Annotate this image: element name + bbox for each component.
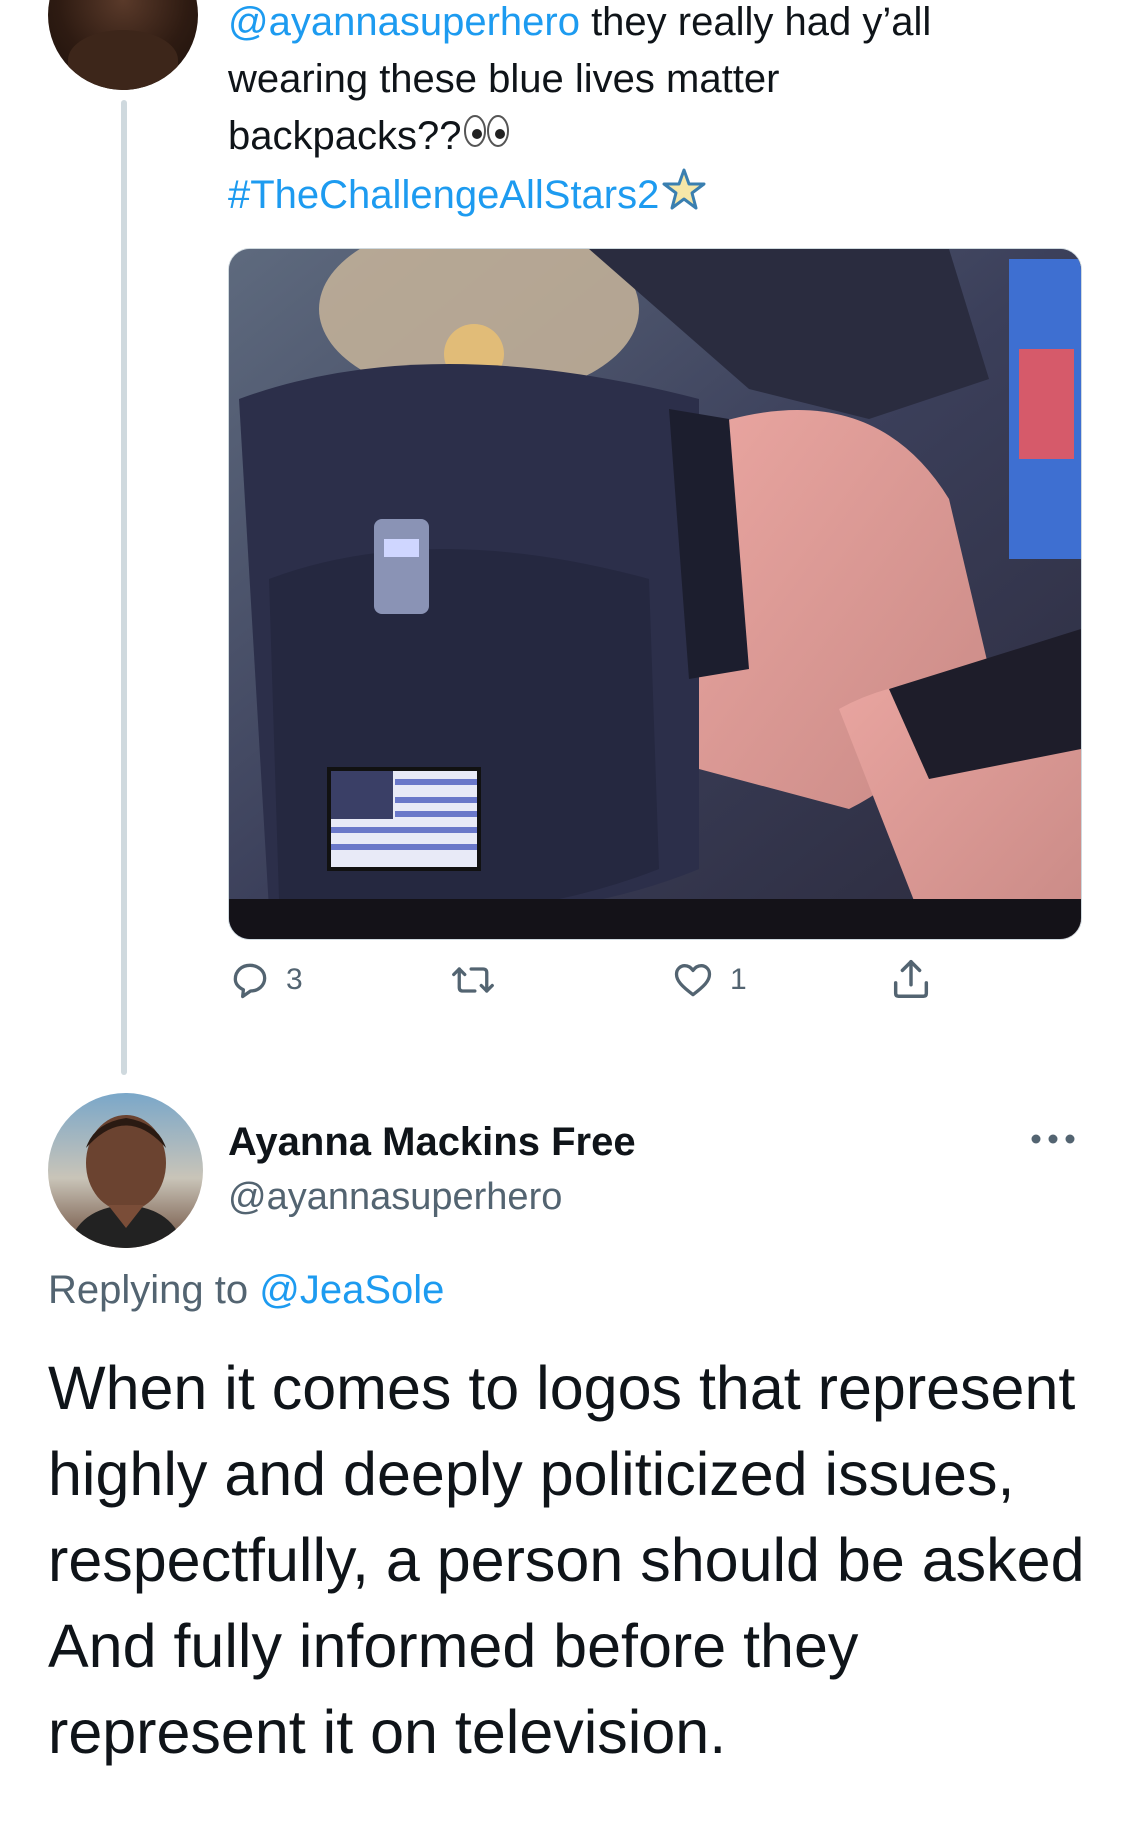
share-icon — [893, 960, 929, 998]
parent-tweet-text-line2: wearing these blue lives matter — [228, 57, 780, 101]
reply-display-name[interactable]: Ayanna Mackins Free — [228, 1120, 636, 1165]
share-action[interactable] — [888, 956, 934, 1002]
reply-icon — [233, 963, 267, 999]
eyes-emoji-icon — [463, 110, 511, 167]
parent-tweet-hashtag[interactable]: #TheChallengeAllStars2 — [228, 173, 659, 217]
like-action[interactable]: 1 — [670, 958, 747, 1002]
reply-count: 3 — [286, 963, 303, 996]
parent-tweet-text-line3: backpacks?? — [228, 114, 462, 158]
replying-to-mention[interactable]: @JeaSole — [259, 1268, 444, 1312]
reply-handle[interactable]: @ayannasuperhero — [228, 1176, 562, 1219]
reply-tweet-body: When it comes to logos that represent hi… — [48, 1354, 1085, 1766]
more-options-icon[interactable] — [1030, 1132, 1076, 1151]
star-emoji-icon — [661, 167, 707, 227]
parent-tweet-text: @ayannasuperhero they really had y’all w… — [228, 0, 1088, 227]
parent-tweet-mention[interactable]: @ayannasuperhero — [228, 0, 580, 44]
reply-action[interactable]: 3 — [228, 958, 303, 1002]
thread-line — [121, 100, 127, 1075]
tweet-media-image[interactable] — [228, 248, 1082, 940]
replying-to-line: Replying to @JeaSole — [48, 1268, 444, 1313]
replying-to-label: Replying to — [48, 1268, 260, 1312]
parent-tweet-text-line1: they really had y’all — [579, 0, 932, 44]
parent-tweet-avatar[interactable] — [48, 0, 198, 90]
retweet-icon — [452, 967, 494, 993]
retweet-action[interactable] — [450, 958, 510, 1002]
heart-icon — [674, 964, 712, 997]
reply-tweet-avatar[interactable] — [48, 1093, 203, 1248]
like-count: 1 — [730, 963, 747, 996]
